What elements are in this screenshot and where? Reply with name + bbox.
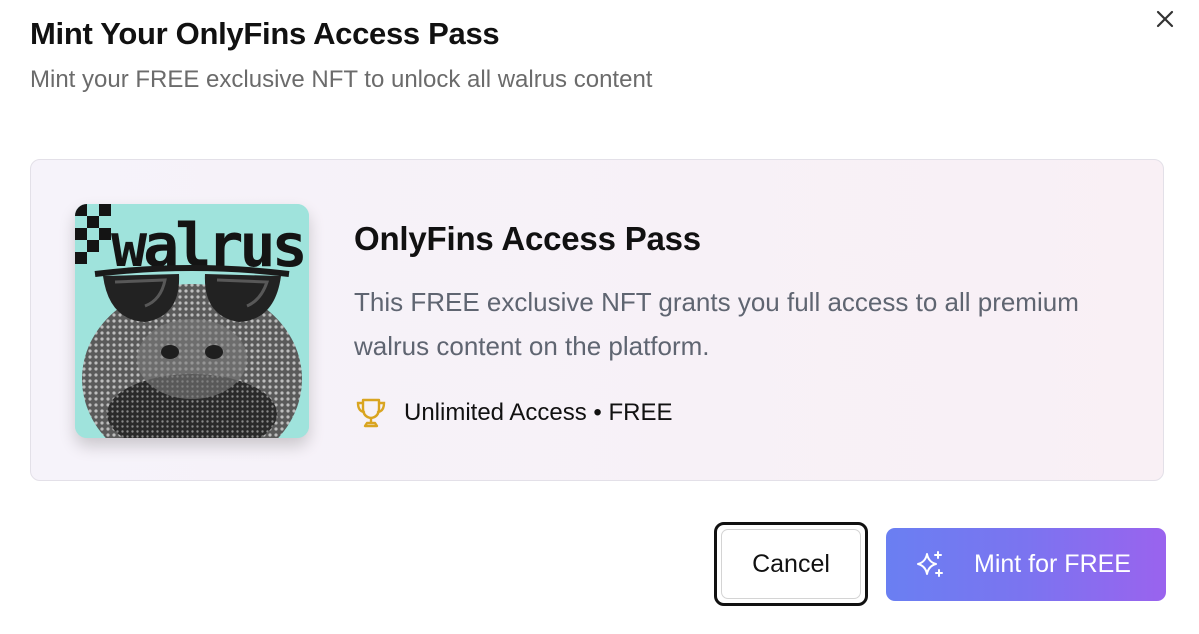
nft-description: This FREE exclusive NFT grants you full … xyxy=(354,287,1079,361)
trophy-icon xyxy=(356,398,386,428)
close-icon xyxy=(1156,10,1174,28)
close-button[interactable] xyxy=(1150,4,1180,34)
nft-name: OnlyFins Access Pass xyxy=(354,220,701,257)
dialog-title: Mint Your OnlyFins Access Pass xyxy=(30,16,500,51)
dialog-subtitle: Mint your FREE exclusive NFT to unlock a… xyxy=(30,66,653,93)
nft-card: walrus OnlyFins Access Pass This FREE ex… xyxy=(30,159,1164,481)
mint-label: Mint for FREE xyxy=(974,550,1131,578)
sparkles-icon xyxy=(917,550,943,577)
mint-button[interactable]: Mint for FREE xyxy=(886,528,1166,601)
nft-meta: Unlimited Access • FREE xyxy=(354,396,672,430)
nft-meta-text: Unlimited Access • FREE xyxy=(404,399,673,426)
cancel-button[interactable]: Cancel xyxy=(714,522,868,606)
walrus-artwork: walrus xyxy=(75,204,309,438)
cancel-label: Cancel xyxy=(721,529,861,599)
mint-dialog: Mint Your OnlyFins Access Pass Mint your… xyxy=(0,0,1199,634)
nft-image: walrus xyxy=(75,204,309,438)
